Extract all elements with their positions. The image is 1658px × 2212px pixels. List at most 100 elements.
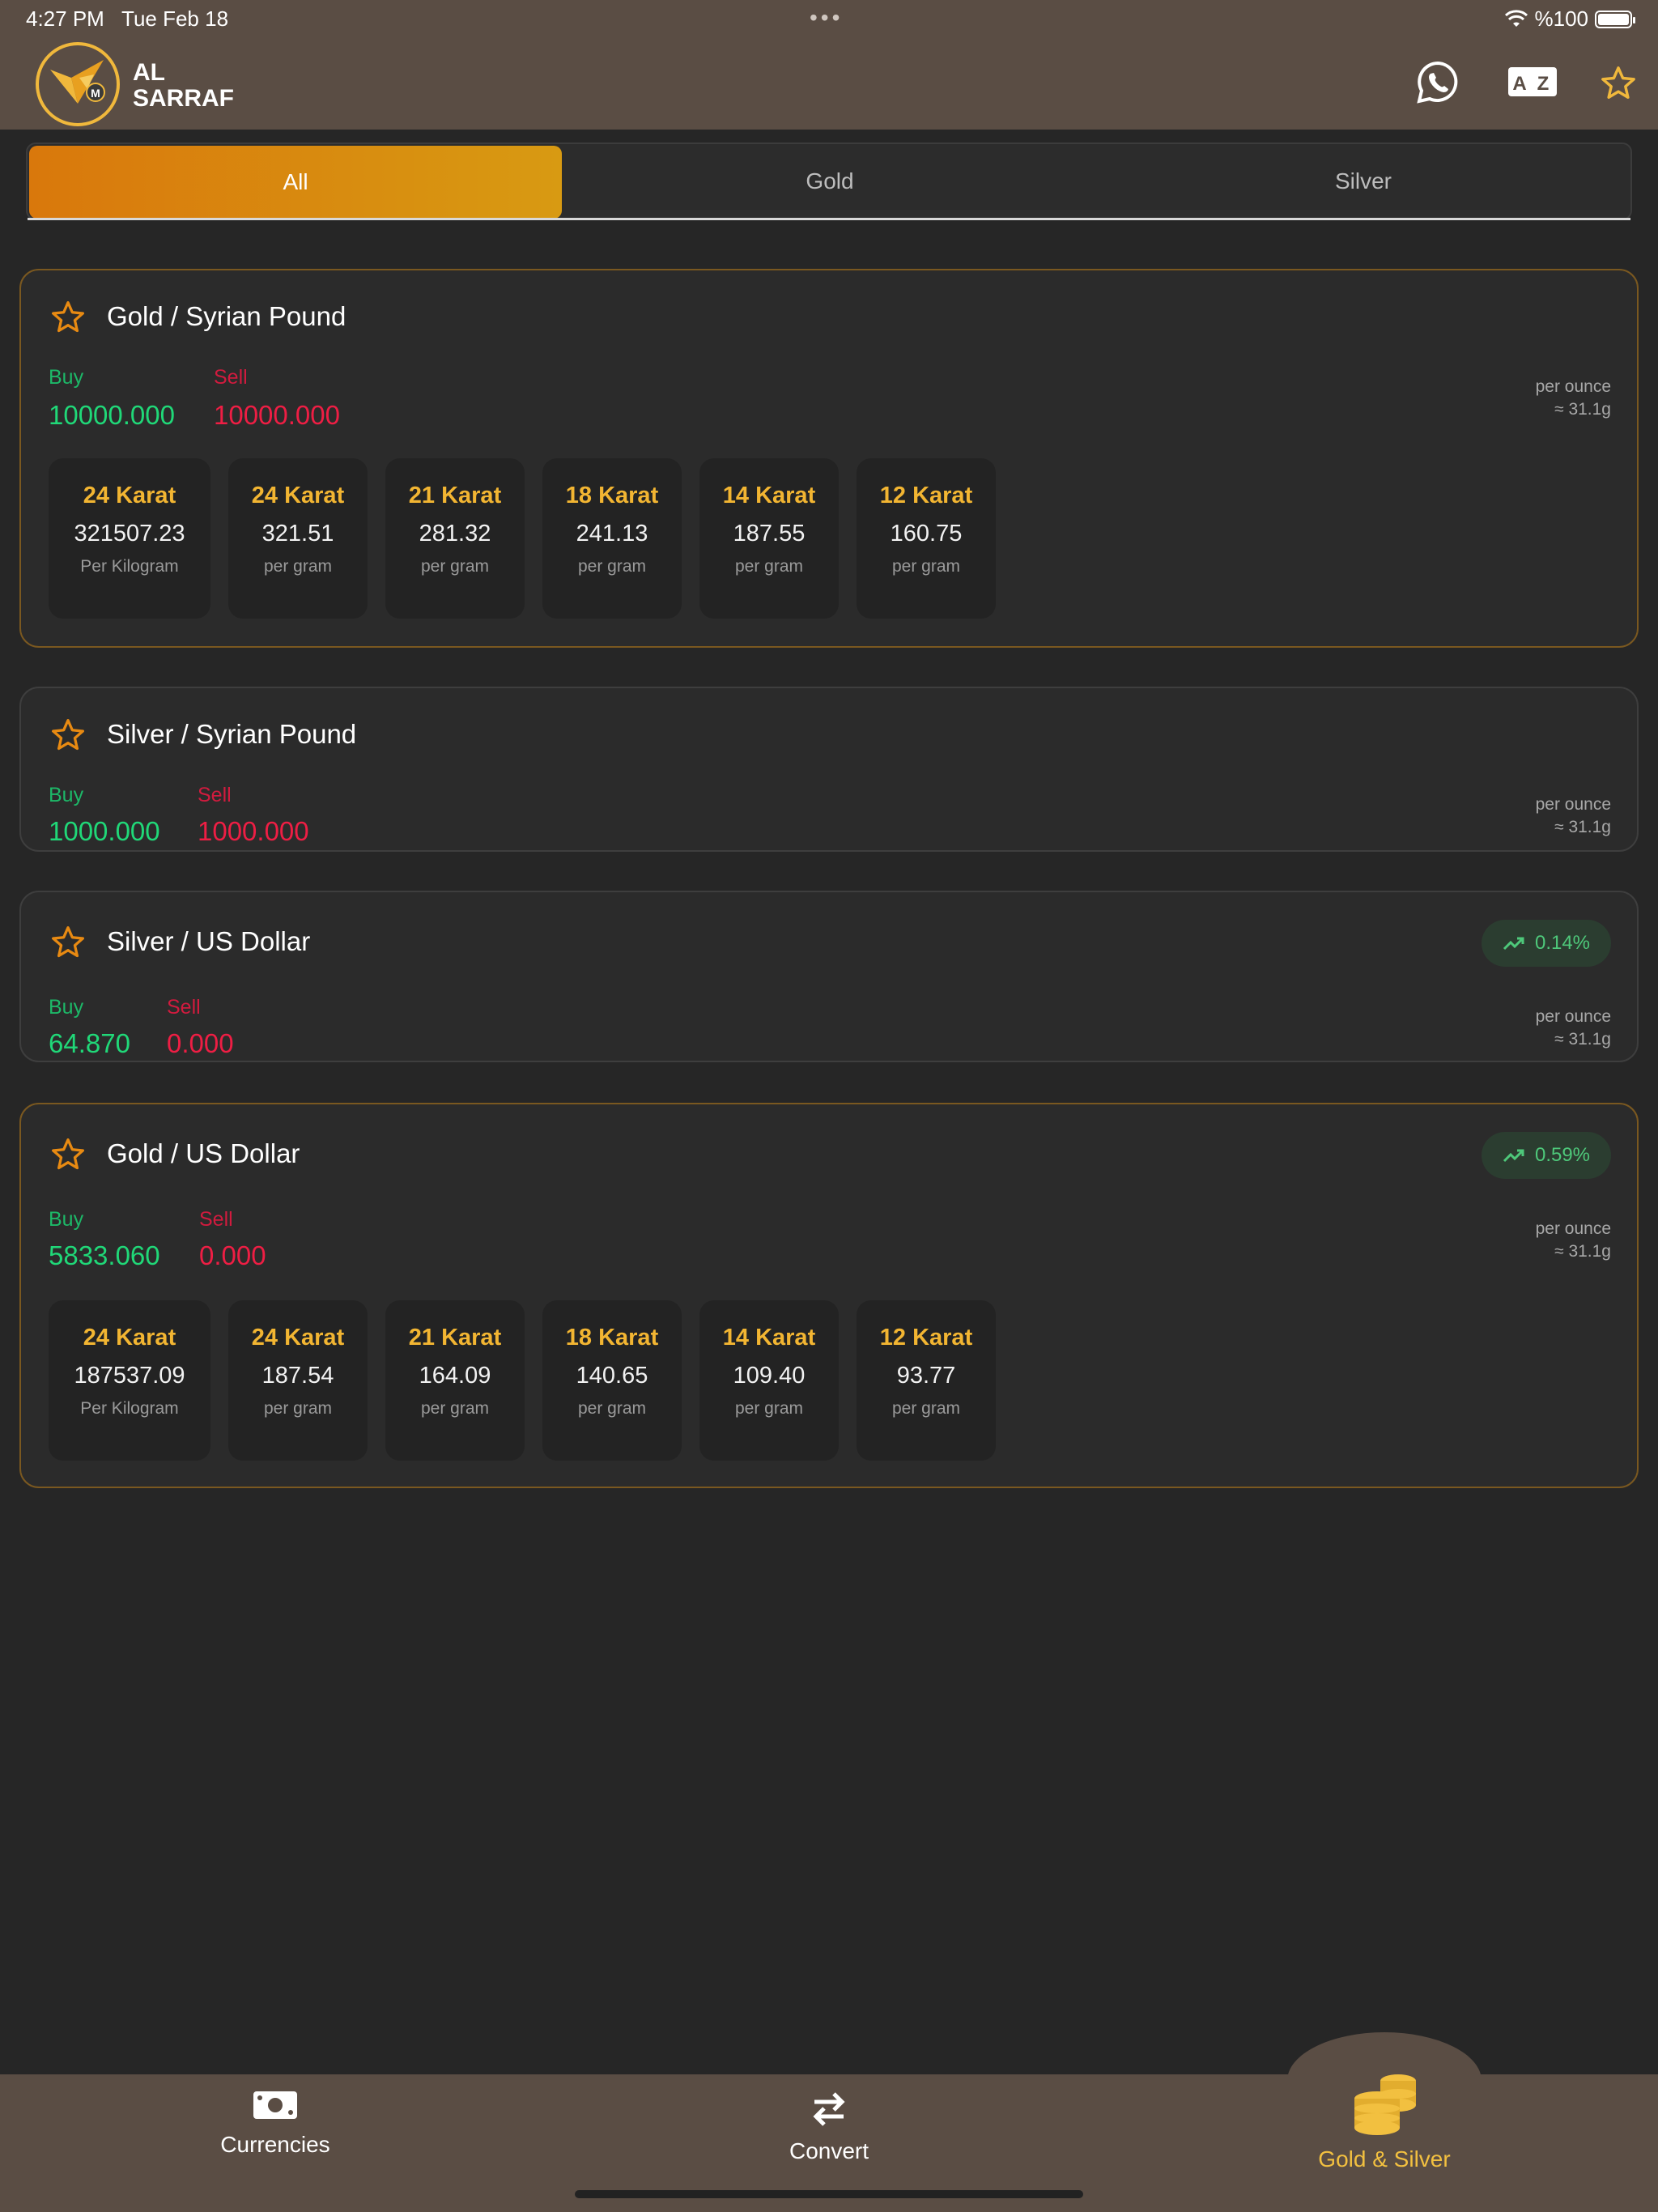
karat-box: 18 Karat 140.65 per gram <box>542 1300 682 1461</box>
karat-box: 12 Karat 160.75 per gram <box>857 458 996 619</box>
karat-value: 321.51 <box>261 521 334 547</box>
nav-currencies[interactable]: Currencies <box>194 2089 356 2158</box>
karat-name: 21 Karat <box>408 1325 502 1351</box>
karat-list: 24 Karat 187537.09 Per Kilogram 24 Karat… <box>49 1300 996 1461</box>
karat-value: 109.40 <box>733 1363 806 1389</box>
whatsapp-icon[interactable] <box>1415 60 1460 105</box>
sell-value: 0.000 <box>199 1240 266 1270</box>
per-ounce-text: per ounce <box>1535 795 1611 814</box>
logo-text: AL SARRAF <box>133 60 234 112</box>
star-outline-icon[interactable] <box>50 925 86 960</box>
sell-label: Sell <box>167 996 201 1019</box>
change-percent: 0.14% <box>1534 932 1591 954</box>
karat-box: 14 Karat 109.40 per gram <box>699 1300 839 1461</box>
karat-name: 18 Karat <box>565 1325 659 1351</box>
tab-all[interactable]: All <box>29 146 562 219</box>
svg-text:A: A <box>1512 73 1526 95</box>
star-outline-icon[interactable] <box>50 1137 86 1172</box>
karat-value: 160.75 <box>890 521 963 547</box>
multitasking-dots-icon[interactable]: ••• <box>810 5 843 31</box>
karat-box: 21 Karat 281.32 per gram <box>385 458 525 619</box>
karat-value: 187.55 <box>733 521 806 547</box>
karat-name: 14 Karat <box>722 1325 816 1351</box>
sell-value: 10000.000 <box>214 400 340 430</box>
favorites-star-icon[interactable] <box>1600 65 1637 102</box>
logo-mark: M <box>91 87 100 100</box>
swap-arrows-icon <box>813 2092 845 2126</box>
nav-label: Gold & Silver <box>1318 2146 1451 2172</box>
svg-text:Z: Z <box>1537 73 1550 95</box>
battery-icon <box>1595 10 1635 28</box>
karat-value: 321507.23 <box>74 521 185 547</box>
grams-approx-text: ≈ 31.1g <box>1554 1030 1611 1049</box>
change-badge: 0.14% <box>1482 920 1611 967</box>
karat-box: 18 Karat 241.13 per gram <box>542 458 682 619</box>
nav-label: Currencies <box>220 2132 330 2157</box>
trending-up-icon <box>1503 937 1524 951</box>
card-title: Silver / US Dollar <box>107 926 311 956</box>
karat-name: 24 Karat <box>251 483 345 508</box>
nav-convert[interactable]: Convert <box>748 2089 910 2164</box>
karat-unit: per gram <box>734 557 804 576</box>
grams-approx-text: ≈ 31.1g <box>1554 818 1611 836</box>
karat-name: 12 Karat <box>879 483 973 508</box>
rate-card-gold-syp[interactable]: Gold / Syrian Pound Buy Sell 10000.000 1… <box>19 269 1639 648</box>
karat-unit: per gram <box>891 557 961 576</box>
karat-value: 187.54 <box>261 1363 334 1389</box>
per-ounce-note: per ounce ≈ 31.1g <box>1536 376 1611 421</box>
karat-box: 24 Karat 321.51 per gram <box>228 458 368 619</box>
nav-gold-silver[interactable]: Gold & Silver <box>1287 2069 1482 2172</box>
karat-list: 24 Karat 321507.23 Per Kilogram 24 Karat… <box>49 458 996 619</box>
status-time: 4:27 PM Tue Feb 18 <box>26 6 228 32</box>
per-ounce-text: per ounce <box>1535 1007 1611 1026</box>
category-tabs: All Gold Silver <box>26 143 1632 220</box>
per-ounce-note: per ounce ≈ 31.1g <box>1536 1218 1611 1263</box>
karat-unit: Per Kilogram <box>80 1399 179 1418</box>
buy-label: Buy <box>49 1208 84 1231</box>
karat-value: 241.13 <box>576 521 648 547</box>
star-outline-icon[interactable] <box>50 717 86 753</box>
change-badge: 0.59% <box>1482 1132 1611 1179</box>
karat-unit: per gram <box>263 557 333 576</box>
rate-card-silver-usd[interactable]: Silver / US Dollar 0.14% Buy Sell 64.870… <box>19 891 1639 1062</box>
coins-icon <box>1354 2074 1416 2135</box>
karat-name: 24 Karat <box>83 483 176 508</box>
buy-value: 10000.000 <box>49 400 175 430</box>
karat-name: 24 Karat <box>83 1325 176 1351</box>
buy-value: 5833.060 <box>49 1240 160 1270</box>
logo-line-1: AL <box>133 59 165 86</box>
karat-box: 24 Karat 187537.09 Per Kilogram <box>49 1300 210 1461</box>
tab-gold[interactable]: Gold <box>563 144 1096 219</box>
grams-approx-text: ≈ 31.1g <box>1554 1242 1611 1261</box>
buy-label: Buy <box>49 784 84 806</box>
star-outline-icon[interactable] <box>50 300 86 335</box>
bird-logo-icon: M <box>50 60 105 104</box>
per-ounce-note: per ounce ≈ 31.1g <box>1536 793 1611 839</box>
wifi-icon <box>1504 9 1528 27</box>
karat-name: 21 Karat <box>408 483 502 508</box>
sell-value: 0.000 <box>167 1028 234 1058</box>
karat-unit: per gram <box>420 1399 490 1418</box>
karat-name: 18 Karat <box>565 483 659 508</box>
karat-name: 14 Karat <box>722 483 816 508</box>
tab-silver[interactable]: Silver <box>1096 144 1630 219</box>
status-clock: 4:27 PM <box>26 6 104 31</box>
trending-up-icon <box>1503 1149 1524 1163</box>
rate-card-silver-syp[interactable]: Silver / Syrian Pound Buy Sell 1000.000 … <box>19 687 1639 852</box>
logo-line-2: SARRAF <box>133 85 234 112</box>
buy-label: Buy <box>49 996 84 1019</box>
karat-box: 24 Karat 321507.23 Per Kilogram <box>49 458 210 619</box>
app-header: M AL SARRAF A Z <box>0 39 1658 130</box>
per-ounce-text: per ounce <box>1535 1219 1611 1238</box>
karat-unit: Per Kilogram <box>80 557 179 576</box>
karat-box: 14 Karat 187.55 per gram <box>699 458 839 619</box>
karat-unit: per gram <box>734 1399 804 1418</box>
rate-card-gold-usd[interactable]: Gold / US Dollar 0.59% Buy Sell 5833.060… <box>19 1103 1639 1488</box>
translate-icon[interactable]: A Z <box>1507 66 1558 97</box>
per-ounce-note: per ounce ≈ 31.1g <box>1536 1006 1611 1051</box>
karat-unit: per gram <box>577 1399 647 1418</box>
status-date: Tue Feb 18 <box>121 6 229 31</box>
change-percent: 0.59% <box>1534 1144 1591 1166</box>
sell-label: Sell <box>198 784 232 806</box>
home-indicator[interactable] <box>575 2190 1083 2198</box>
